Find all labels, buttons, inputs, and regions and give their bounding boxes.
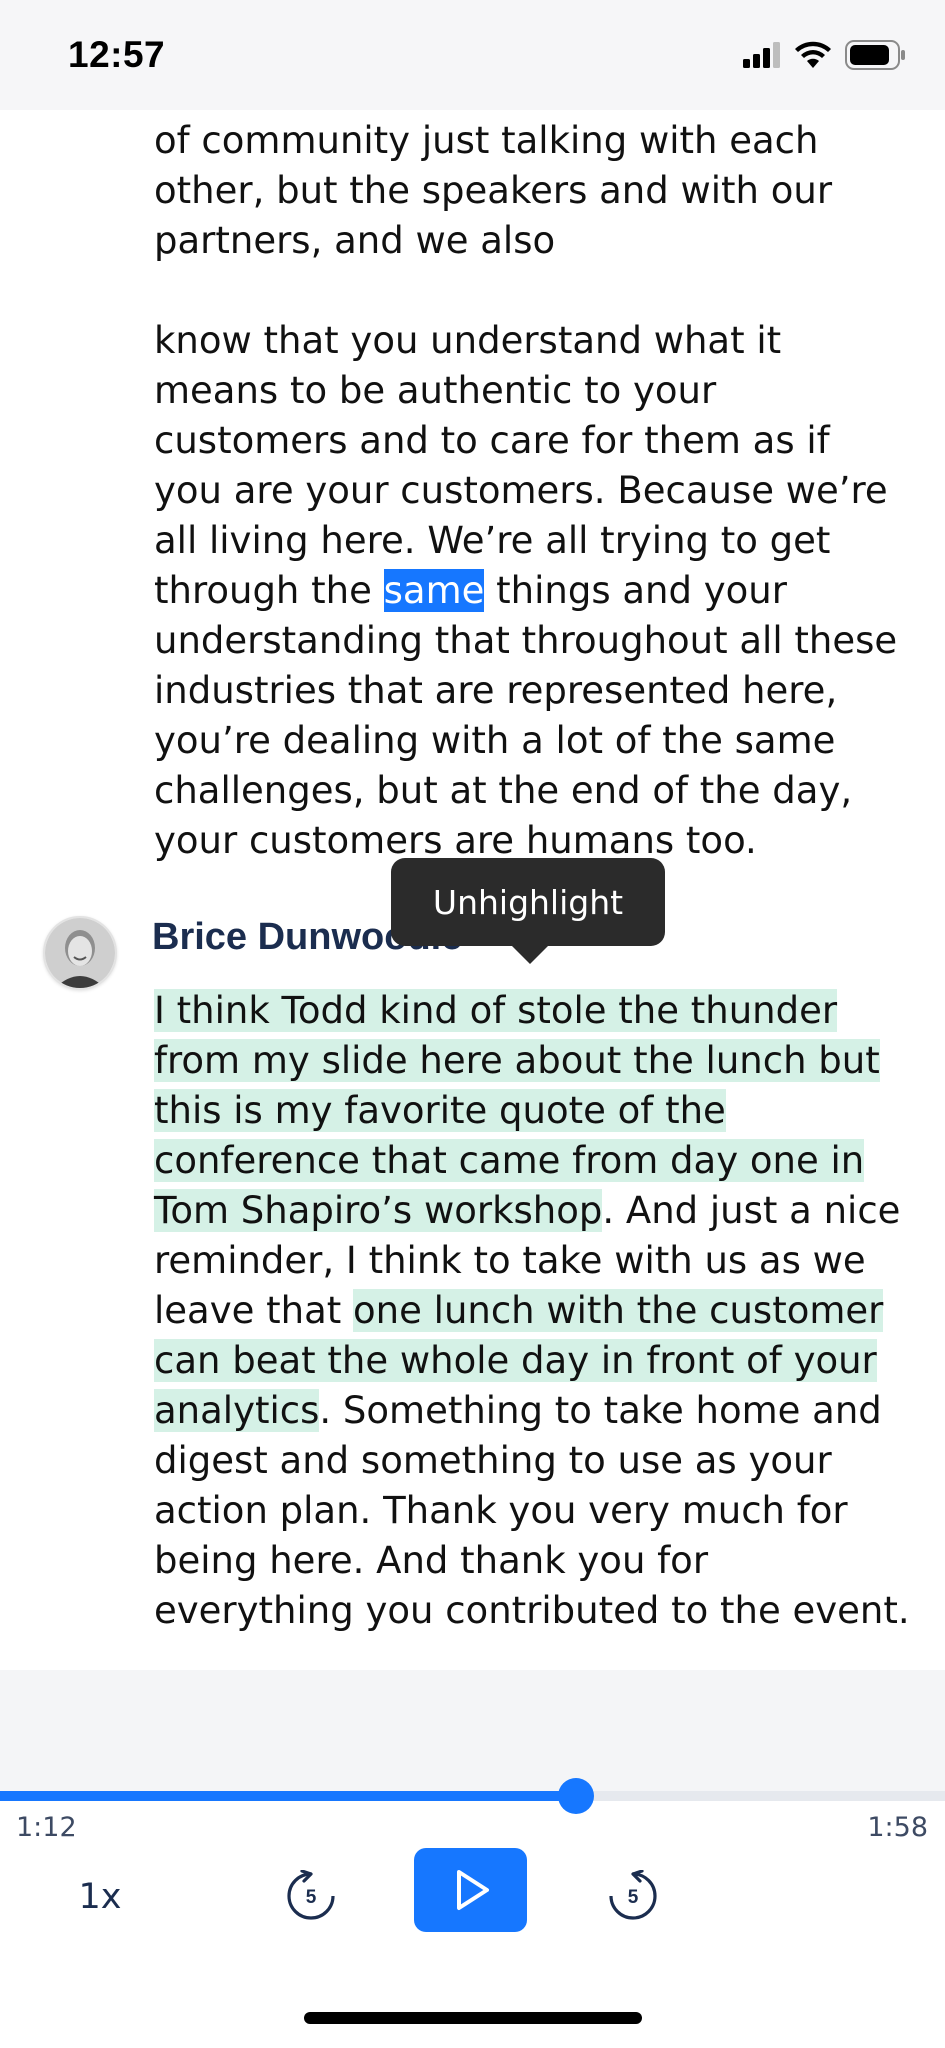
home-indicator xyxy=(304,2012,642,2024)
tooltip-arrow xyxy=(512,946,548,964)
status-time: 12:57 xyxy=(68,34,166,75)
waveform-area xyxy=(0,1670,945,1796)
signal-icon xyxy=(743,42,781,72)
forward-button[interactable]: 5 xyxy=(603,1866,663,1926)
selected-word[interactable]: same xyxy=(383,569,485,612)
rewind-button[interactable]: 5 xyxy=(281,1866,341,1926)
wifi-icon xyxy=(795,41,831,73)
unhighlight-button[interactable]: Unhighlight xyxy=(391,858,665,946)
rewind-seconds: 5 xyxy=(306,1887,317,1908)
transcript-paragraph: of community just talking with each othe… xyxy=(154,119,833,262)
playback-speed-button[interactable]: 1x xyxy=(70,1872,130,1922)
forward-seconds: 5 xyxy=(628,1887,639,1908)
play-icon xyxy=(456,1870,489,1910)
speaker-avatar xyxy=(43,916,117,990)
status-icons xyxy=(743,40,907,74)
battery-icon xyxy=(845,40,907,74)
forward-5-icon: 5 xyxy=(609,1870,657,1920)
transcript-paragraph: I think Todd kind of stole the thunder f… xyxy=(154,986,914,1636)
transcript-paragraph: know that you understand what it means t… xyxy=(154,316,914,866)
play-button[interactable] xyxy=(414,1848,527,1932)
progress-handle[interactable] xyxy=(558,1778,594,1814)
transcript-text: things and your understanding that throu… xyxy=(154,569,898,862)
person-avatar-icon xyxy=(45,918,115,988)
total-time: 1:58 xyxy=(867,1812,928,1843)
progress-fill xyxy=(0,1791,576,1801)
status-bar: 12:57 xyxy=(0,0,945,110)
elapsed-time: 1:12 xyxy=(16,1812,77,1843)
rewind-5-icon: 5 xyxy=(287,1870,335,1920)
